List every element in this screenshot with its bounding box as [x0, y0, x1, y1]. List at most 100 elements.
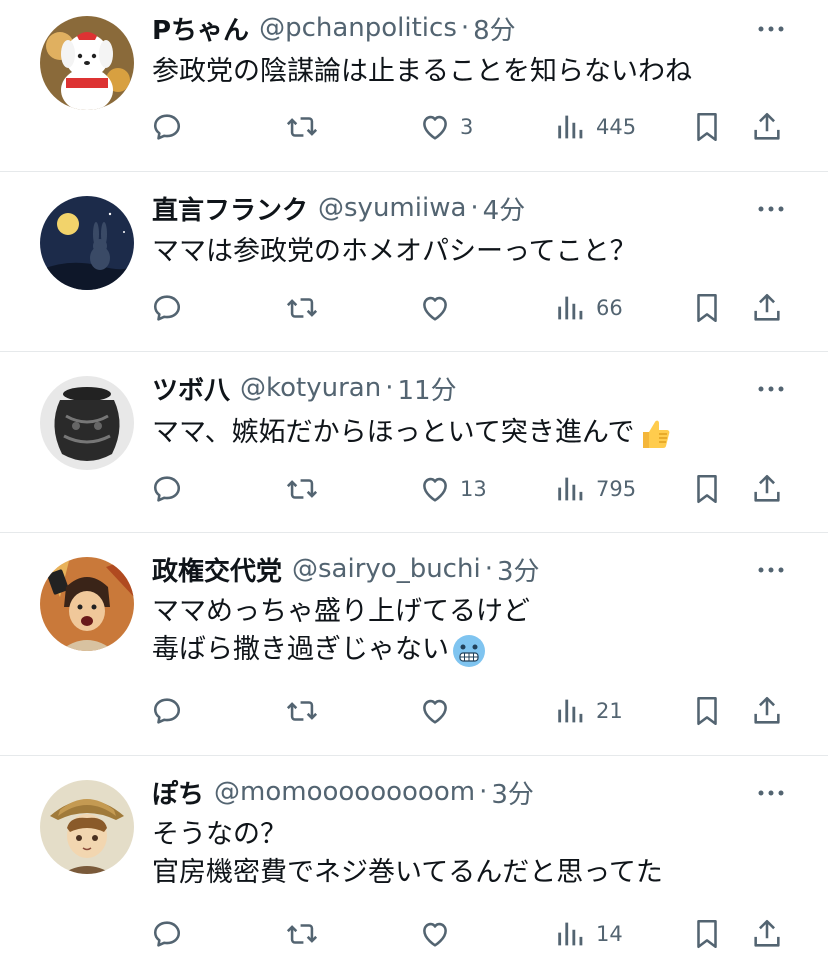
reply-button[interactable]	[150, 693, 184, 729]
like-count: 3	[460, 115, 474, 139]
like-button[interactable]: 3	[418, 109, 473, 145]
tweet[interactable]: 直言フランク @syumiiwa · 4分 ママは参政党のホメオパシーってこと？	[0, 172, 828, 352]
bookmark-button[interactable]	[690, 471, 724, 507]
share-button[interactable]	[750, 693, 784, 729]
tweet[interactable]: 政権交代党 @sairyo_buchi · 3分 ママめっちゃ盛り上げてるけど …	[0, 533, 828, 756]
timestamp[interactable]: 3分	[497, 551, 540, 588]
reply-icon	[153, 476, 181, 502]
reply-icon	[153, 921, 181, 947]
reply-button[interactable]	[150, 290, 184, 326]
share-icon	[754, 112, 780, 140]
like-count: 13	[460, 477, 487, 501]
separator-dot: ·	[484, 554, 493, 584]
retweet-button[interactable]	[285, 290, 319, 326]
user-handle[interactable]: @syumiiwa	[318, 193, 466, 223]
heart-icon	[423, 922, 447, 947]
timestamp[interactable]: 3分	[491, 774, 534, 811]
separator-dot: ·	[385, 373, 394, 403]
display-name[interactable]: ツボ八	[152, 370, 230, 407]
views-button[interactable]: 21	[554, 693, 623, 729]
more-icon	[758, 206, 784, 212]
retweet-icon	[286, 701, 318, 721]
heart-icon	[423, 115, 447, 140]
avatar[interactable]	[40, 780, 134, 874]
retweet-icon	[286, 924, 318, 944]
user-handle[interactable]: @momooooooooom	[214, 777, 475, 807]
share-button[interactable]	[750, 916, 784, 952]
views-icon	[558, 922, 583, 946]
avatar[interactable]	[40, 557, 134, 651]
bookmark-icon	[697, 293, 717, 323]
more-options-button[interactable]	[754, 553, 788, 587]
action-bar: 13 795	[150, 471, 788, 507]
bookmark-button[interactable]	[690, 916, 724, 952]
pot-avatar	[40, 376, 134, 470]
action-bar: 21	[150, 693, 788, 729]
user-handle[interactable]: @sairyo_buchi	[292, 554, 481, 584]
timestamp[interactable]: 11分	[397, 370, 456, 407]
reply-button[interactable]	[150, 916, 184, 952]
bookmark-button[interactable]	[690, 693, 724, 729]
separator-dot: ·	[470, 193, 479, 223]
like-button[interactable]	[418, 290, 460, 326]
retweet-button[interactable]	[285, 109, 319, 145]
display-name[interactable]: 直言フランク	[152, 190, 308, 227]
more-icon	[758, 386, 784, 392]
avatar[interactable]	[40, 376, 134, 470]
tweet-header: Pちゃん @pchanpolitics · 8分	[152, 8, 748, 48]
views-button[interactable]: 445	[554, 109, 636, 145]
share-icon	[754, 293, 780, 321]
share-button[interactable]	[750, 109, 784, 145]
share-button[interactable]	[750, 290, 784, 326]
views-button[interactable]: 14	[554, 916, 623, 952]
display-name[interactable]: 政権交代党	[152, 551, 282, 588]
display-name[interactable]: Pちゃん	[152, 10, 249, 47]
share-button[interactable]	[750, 471, 784, 507]
tweet[interactable]: ぽち @momooooooooom · 3分 そうなの？ 官房機密費でネジ巻いて…	[0, 756, 828, 974]
reply-icon	[153, 295, 181, 321]
reply-button[interactable]	[150, 471, 184, 507]
separator-dot: ·	[479, 777, 488, 807]
bookmark-button[interactable]	[690, 109, 724, 145]
avatar[interactable]	[40, 16, 134, 110]
more-options-button[interactable]	[754, 12, 788, 46]
retweet-button[interactable]	[285, 693, 319, 729]
tweet-text-line: ママ、嫉妬だからほっといて突き進んで	[152, 414, 788, 452]
comic-portrait-avatar	[40, 557, 134, 651]
more-options-button[interactable]	[754, 776, 788, 810]
cold-face-emoji	[453, 634, 485, 667]
view-count: 14	[596, 922, 623, 946]
timestamp[interactable]: 8分	[473, 10, 516, 47]
more-icon	[758, 26, 784, 32]
like-button[interactable]	[418, 693, 460, 729]
like-button[interactable]: 13	[418, 471, 487, 507]
share-icon	[754, 474, 780, 502]
retweet-button[interactable]	[285, 471, 319, 507]
reply-button[interactable]	[150, 109, 184, 145]
user-handle[interactable]: @pchanpolitics	[259, 13, 457, 43]
avatar[interactable]	[40, 196, 134, 290]
tweet[interactable]: Pちゃん @pchanpolitics · 8分 参政党の陰謀論は止まることを知…	[0, 0, 828, 172]
bookmark-icon	[697, 474, 717, 504]
tweet-text-line: 毒ばら撒き過ぎじゃない	[152, 631, 788, 669]
retweet-icon	[286, 117, 318, 137]
timestamp[interactable]: 4分	[483, 190, 526, 227]
retweet-button[interactable]	[285, 916, 319, 952]
tweet-text-line: 参政党の陰謀論は止まることを知らないわね	[152, 56, 692, 87]
tweet[interactable]: ツボ八 @kotyuran · 11分 ママ、嫉妬だからほっといて突き進んで 1…	[0, 352, 828, 533]
action-bar: 14	[150, 916, 788, 952]
tweet-text: ママは参政党のホメオパシーってこと？	[152, 233, 788, 271]
views-button[interactable]: 795	[554, 471, 636, 507]
user-handle[interactable]: @kotyuran	[240, 373, 381, 403]
tweet-text-line: ママは参政党のホメオパシーってこと？	[152, 236, 637, 267]
views-button[interactable]: 66	[554, 290, 623, 326]
like-button[interactable]	[418, 916, 460, 952]
share-icon	[754, 919, 780, 947]
reply-icon	[153, 114, 181, 140]
bookmark-button[interactable]	[690, 290, 724, 326]
bookmark-icon	[697, 696, 717, 726]
display-name[interactable]: ぽち	[152, 774, 204, 811]
views-icon	[558, 699, 583, 723]
more-options-button[interactable]	[754, 372, 788, 406]
more-options-button[interactable]	[754, 192, 788, 226]
